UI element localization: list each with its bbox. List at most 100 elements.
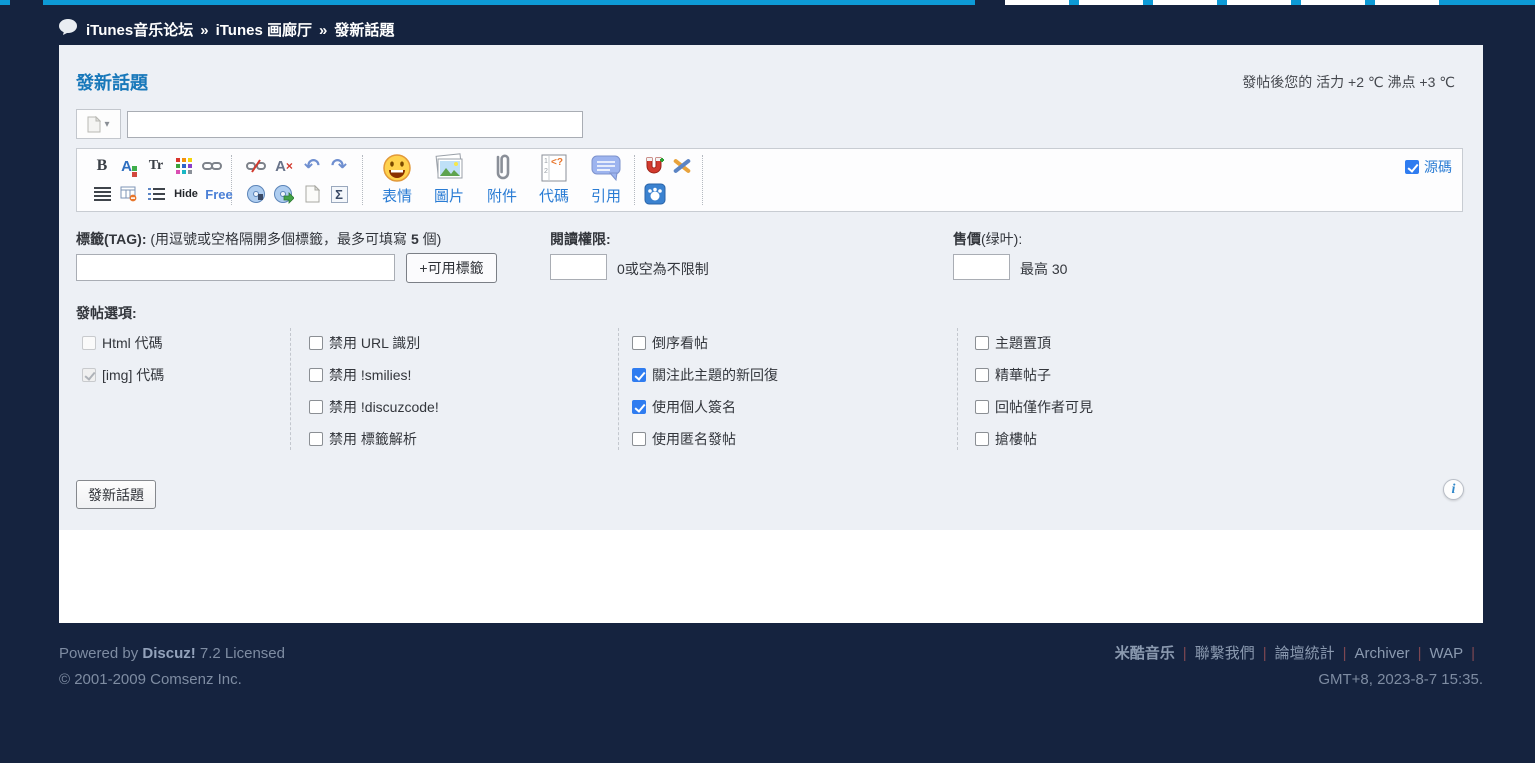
checkbox[interactable] (975, 368, 989, 382)
checkbox[interactable] (632, 336, 646, 350)
footer-link-stats[interactable]: 論壇統計 (1275, 645, 1335, 662)
color-palette-button[interactable] (171, 154, 197, 178)
option-use-signature[interactable]: 使用個人簽名 (632, 397, 736, 417)
footer-link-contact[interactable]: 聯繫我們 (1195, 645, 1255, 662)
checkbox[interactable] (632, 432, 646, 446)
checkbox[interactable] (82, 336, 96, 350)
price-input[interactable] (953, 254, 1010, 280)
option-disable-url[interactable]: 禁用 URL 識別 (309, 333, 420, 353)
font-size-button[interactable]: Tr (143, 154, 169, 178)
magnet-icon (644, 156, 666, 176)
formula-button[interactable]: Σ (326, 182, 352, 206)
available-tags-button[interactable]: +可用標籤 (406, 253, 497, 283)
table-icon (120, 186, 138, 202)
source-code-label: 源碼 (1424, 157, 1452, 177)
submit-new-topic-button[interactable]: 發新話題 (76, 480, 156, 509)
tag-label: 標籤(TAG): (用逗號或空格隔開多個標籤，最多可填寫 5 個) (76, 229, 441, 249)
checkbox[interactable] (632, 400, 646, 414)
tag-input[interactable] (76, 254, 395, 281)
option-disable-smilies[interactable]: 禁用 !smilies! (309, 365, 411, 385)
options-divider (957, 328, 958, 450)
option-reverse-read[interactable]: 倒序看帖 (632, 333, 708, 353)
source-code-checkbox[interactable] (1405, 160, 1419, 174)
checkbox[interactable] (632, 368, 646, 382)
checkbox[interactable] (82, 368, 96, 382)
breadcrumb-current: 發新話題 (334, 22, 394, 39)
svg-text:2: 2 (544, 168, 548, 175)
redo-button[interactable]: ↷ (326, 154, 352, 178)
breadcrumb-link-subforum[interactable]: iTunes 画廊厅 (216, 22, 312, 39)
footer-link-mikumusic[interactable]: 米酷音乐 (1115, 645, 1175, 662)
insert-media-button[interactable] (243, 182, 269, 206)
svg-text:1: 1 (544, 158, 548, 165)
option-digest-topic[interactable]: 精華帖子 (975, 365, 1051, 385)
option-anonymous-post[interactable]: 使用匿名發帖 (632, 429, 736, 449)
paperclip-icon (489, 153, 515, 183)
breadcrumb-link-forum[interactable]: iTunes音乐论坛 (86, 22, 193, 39)
new-page-button[interactable] (299, 182, 325, 206)
footer-separator: | (1463, 645, 1483, 662)
list-button[interactable] (143, 182, 169, 206)
magnet-add-button[interactable] (642, 154, 668, 178)
free-code-button[interactable]: Free (203, 182, 235, 206)
source-code-toggle[interactable]: 源碼 (1405, 157, 1452, 177)
checkbox[interactable] (975, 432, 989, 446)
footer-link-wap[interactable]: WAP (1429, 645, 1463, 662)
option-floor-grab[interactable]: 搶樓帖 (975, 429, 1037, 449)
option-disable-tag-parse[interactable]: 禁用 標籤解析 (309, 429, 417, 449)
footer-timestamp: GMT+8, 2023-8-7 15:35. (1115, 667, 1483, 693)
options-divider (290, 328, 291, 450)
align-lines-icon (94, 187, 111, 201)
breadcrumb-separator: » (193, 22, 215, 39)
footer-separator: | (1410, 645, 1430, 662)
option-html-code[interactable]: Html 代碼 (82, 333, 163, 353)
option-img-code[interactable]: [img] 代碼 (82, 365, 164, 385)
toolbar-separator (634, 155, 635, 205)
insert-link-button[interactable] (199, 154, 225, 178)
hide-code-button[interactable]: Hide (169, 182, 203, 206)
remove-link-button[interactable] (243, 154, 269, 178)
svg-text:<?: <? (551, 157, 563, 168)
chevron-down-icon: ▾ (104, 119, 109, 130)
footer-link-row: 米酷音乐|聯繫我們|論壇統計|Archiver|WAP| (1115, 641, 1483, 667)
cd-export-icon (274, 184, 294, 204)
attachment-button[interactable]: 附件 (477, 153, 527, 209)
checkbox[interactable] (309, 432, 323, 446)
insert-quote-button[interactable]: 引用 (581, 153, 631, 209)
option-reply-author-only[interactable]: 回帖僅作者可見 (975, 397, 1093, 417)
topic-icon-selector[interactable]: ▾ (76, 109, 121, 139)
paw-app-button[interactable] (642, 182, 668, 206)
link-icon (202, 160, 222, 172)
read-permission-hint: 0或空為不限制 (617, 259, 709, 279)
checkbox[interactable] (309, 368, 323, 382)
checkbox[interactable] (309, 336, 323, 350)
insert-flash-button[interactable] (271, 182, 297, 206)
checkbox[interactable] (975, 400, 989, 414)
smilies-button[interactable]: 表情 (372, 153, 422, 209)
checkbox[interactable] (975, 336, 989, 350)
bold-button[interactable]: B (89, 154, 115, 178)
toolbar-separator (702, 155, 703, 205)
checkbox[interactable] (309, 400, 323, 414)
option-sticky-topic[interactable]: 主題置頂 (975, 333, 1051, 353)
read-permission-input[interactable] (550, 254, 607, 280)
edit-tools-button[interactable] (669, 154, 695, 178)
read-permission-label: 閱讀權限: (550, 229, 611, 249)
font-color-button[interactable]: A (116, 154, 142, 178)
insert-code-button[interactable]: 12<? 代碼 (529, 153, 579, 209)
footer-link-archiver[interactable]: Archiver (1355, 645, 1410, 662)
breadcrumb: iTunes音乐论坛»iTunes 画廊厅»發新話題 (86, 19, 394, 40)
remove-format-button[interactable]: A× (271, 154, 297, 178)
palette-icon (176, 158, 192, 174)
option-disable-discuzcode[interactable]: 禁用 !discuzcode! (309, 397, 439, 417)
image-icon (433, 153, 465, 183)
option-subscribe-replies[interactable]: 關注此主題的新回復 (632, 365, 778, 385)
options-divider (618, 328, 619, 450)
subject-input[interactable] (127, 111, 583, 138)
karma-note: 發帖後您的 活力 +2 ℃ 沸点 +3 ℃ (1242, 72, 1455, 92)
insert-image-button[interactable]: 圖片 (424, 153, 474, 209)
info-icon[interactable]: i (1443, 479, 1464, 500)
undo-button[interactable]: ↶ (299, 154, 325, 178)
insert-table-button[interactable] (116, 182, 142, 206)
paragraph-align-button[interactable] (89, 182, 115, 206)
